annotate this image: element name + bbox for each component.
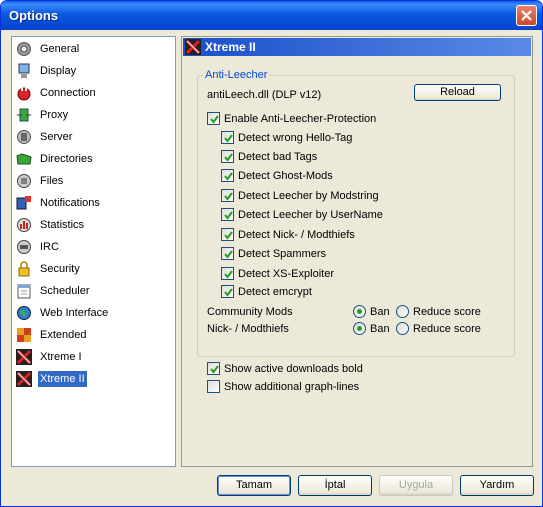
cancel-button[interactable]: İptal bbox=[298, 475, 372, 496]
statistics-icon bbox=[16, 217, 32, 233]
reload-button[interactable]: Reload bbox=[414, 84, 501, 101]
nav-item-statistics[interactable]: Statistics bbox=[16, 215, 86, 235]
help-button[interactable]: Yardım bbox=[460, 475, 534, 496]
server-icon bbox=[16, 129, 32, 145]
community-mods-ban-radio[interactable]: Ban bbox=[353, 305, 390, 318]
calendar-icon bbox=[16, 283, 32, 299]
proxy-icon bbox=[16, 107, 32, 123]
detect-option-checkbox[interactable]: Detect Spammers bbox=[221, 247, 326, 260]
checkbox-box[interactable] bbox=[207, 112, 220, 125]
notifications-icon bbox=[16, 195, 32, 211]
nav-item-xtreme-i[interactable]: Xtreme I bbox=[16, 347, 84, 367]
files-icon bbox=[16, 173, 32, 189]
check-icon bbox=[224, 192, 233, 201]
nav-item-server[interactable]: Server bbox=[16, 127, 74, 147]
nav-item-web-interface[interactable]: Web Interface bbox=[16, 303, 110, 323]
xtreme-icon bbox=[16, 349, 32, 365]
check-icon bbox=[224, 172, 233, 181]
dll-version-text: antiLeech.dll (DLP v12) bbox=[207, 89, 322, 101]
detect-option-checkbox[interactable]: Detect Ghost-Mods bbox=[221, 169, 333, 182]
show-active-downloads-bold-checkbox[interactable]: Show active downloads bold bbox=[207, 362, 363, 375]
check-icon bbox=[210, 365, 219, 374]
window-title: Options bbox=[9, 8, 59, 23]
nav-item-connection[interactable]: Connection bbox=[16, 83, 98, 103]
xtreme-icon bbox=[16, 371, 32, 387]
dialog-client: General Display Connection Proxy Server … bbox=[4, 30, 539, 504]
close-icon bbox=[521, 10, 532, 21]
detect-option-checkbox[interactable]: Detect wrong Hello-Tag bbox=[221, 131, 352, 144]
nav-item-directories[interactable]: Directories bbox=[16, 149, 95, 169]
gear-icon bbox=[16, 41, 32, 57]
nav-item-security[interactable]: Security bbox=[16, 259, 82, 279]
nav-item-general[interactable]: General bbox=[16, 39, 81, 59]
title-bar[interactable]: Options bbox=[1, 1, 542, 30]
detect-option-checkbox[interactable]: Detect Leecher by Modstring bbox=[221, 189, 379, 202]
nick-modthiefs-ban-radio[interactable]: Ban bbox=[353, 322, 390, 335]
nav-item-scheduler[interactable]: Scheduler bbox=[16, 281, 92, 301]
options-window: Options General Display Connection Proxy… bbox=[0, 0, 543, 507]
check-icon bbox=[224, 250, 233, 259]
detect-option-checkbox[interactable]: Detect emcrypt bbox=[221, 285, 312, 298]
nick-modthiefs-label: Nick- / Modthiefs bbox=[207, 323, 289, 335]
display-icon bbox=[16, 63, 32, 79]
nav-item-files[interactable]: Files bbox=[16, 171, 65, 191]
panel-header: Xtreme II bbox=[183, 38, 531, 56]
check-icon bbox=[210, 115, 219, 124]
enable-anti-leecher-checkbox[interactable]: Enable Anti-Leecher-Protection bbox=[207, 112, 376, 125]
detect-option-checkbox[interactable]: Detect bad Tags bbox=[221, 150, 317, 163]
ok-button[interactable]: Tamam bbox=[217, 475, 291, 496]
community-mods-reduce-radio[interactable]: Reduce score bbox=[396, 305, 481, 318]
xtreme-icon bbox=[185, 39, 201, 55]
check-icon bbox=[224, 153, 233, 162]
nav-item-extended[interactable]: Extended bbox=[16, 325, 88, 345]
detect-option-checkbox[interactable]: Detect XS-Exploiter bbox=[221, 267, 334, 280]
globe-icon bbox=[16, 305, 32, 321]
community-mods-label: Community Mods bbox=[207, 306, 293, 318]
panel-title: Xtreme II bbox=[205, 40, 256, 54]
check-icon bbox=[224, 211, 233, 220]
check-icon bbox=[224, 134, 233, 143]
irc-icon bbox=[16, 239, 32, 255]
nav-item-notifications[interactable]: Notifications bbox=[16, 193, 102, 213]
lock-icon bbox=[16, 261, 32, 277]
detect-option-checkbox[interactable]: Detect Nick- / Modthiefs bbox=[221, 228, 355, 241]
options-category-list[interactable]: General Display Connection Proxy Server … bbox=[11, 36, 176, 467]
detect-option-checkbox[interactable]: Detect Leecher by UserName bbox=[221, 208, 383, 221]
group-title: Anti-Leecher bbox=[203, 69, 270, 81]
check-icon bbox=[224, 270, 233, 279]
puzzle-icon bbox=[16, 327, 32, 343]
nav-item-irc[interactable]: IRC bbox=[16, 237, 61, 257]
show-additional-graph-lines-checkbox[interactable]: Show additional graph-lines bbox=[207, 380, 359, 393]
settings-panel: Xtreme II Anti-Leecher antiLeech.dll (DL… bbox=[181, 36, 533, 467]
close-button[interactable] bbox=[516, 5, 537, 26]
nav-item-display[interactable]: Display bbox=[16, 61, 78, 81]
nav-item-proxy[interactable]: Proxy bbox=[16, 105, 70, 125]
folder-icon bbox=[16, 151, 32, 167]
apply-button[interactable]: Uygula bbox=[379, 475, 453, 496]
check-icon bbox=[224, 288, 233, 297]
nick-modthiefs-reduce-radio[interactable]: Reduce score bbox=[396, 322, 481, 335]
nav-item-xtreme-ii[interactable]: Xtreme II bbox=[16, 369, 87, 389]
check-icon bbox=[224, 231, 233, 240]
plug-icon bbox=[16, 85, 32, 101]
